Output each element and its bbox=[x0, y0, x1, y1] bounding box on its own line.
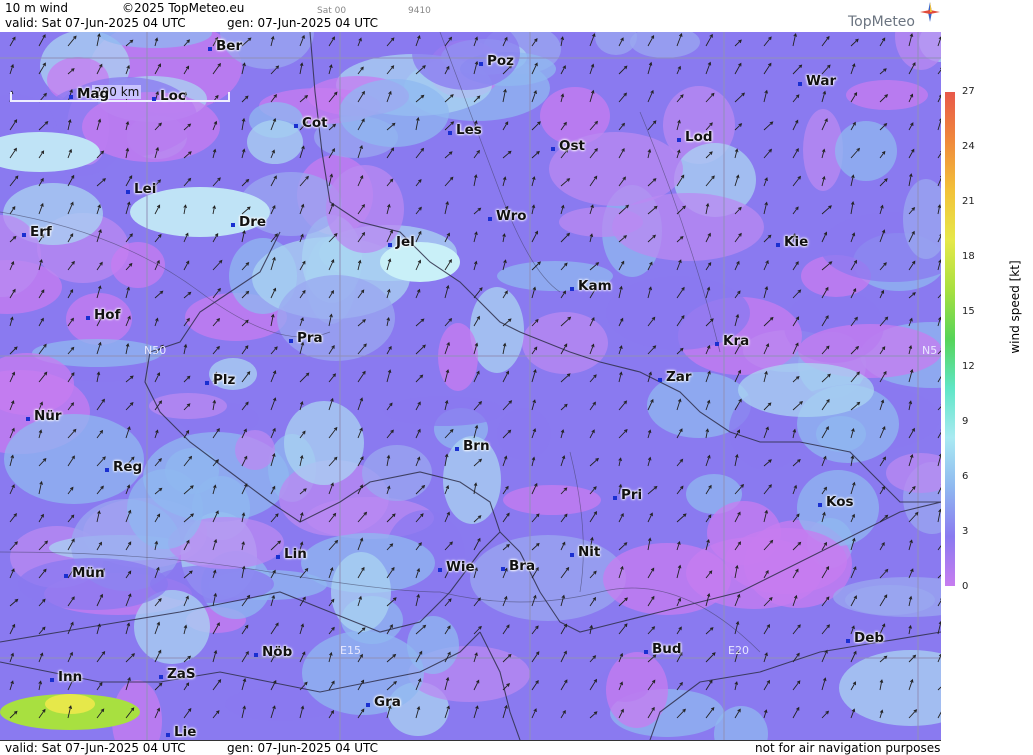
legend-tick-label: 24 bbox=[962, 141, 975, 152]
city-label: Ber bbox=[208, 38, 242, 54]
city-label: Zar bbox=[658, 369, 692, 385]
city-label: Les bbox=[448, 122, 482, 138]
legend-tick-label: 18 bbox=[962, 251, 975, 262]
city-label: Ost bbox=[551, 138, 585, 154]
city-label: Pra bbox=[289, 330, 323, 346]
city-label: Brn bbox=[455, 438, 490, 454]
product-title: 10 m wind bbox=[5, 1, 68, 15]
city-label: Bra bbox=[501, 558, 535, 574]
faint-text-b: 9410 bbox=[408, 6, 431, 16]
city-label: Kam bbox=[570, 278, 612, 294]
legend-tick-label: 6 bbox=[962, 471, 969, 482]
city-label: Nöb bbox=[254, 644, 292, 660]
legend-title: wind speed [kt] bbox=[1008, 260, 1022, 354]
city-label: Jel bbox=[388, 234, 415, 250]
grid-label-e15: E15 bbox=[340, 644, 361, 657]
grid-label-e20: E20 bbox=[728, 644, 749, 657]
city-label: ZaS bbox=[159, 666, 196, 682]
city-label: Loc bbox=[152, 88, 186, 104]
city-label: Lin bbox=[276, 546, 307, 562]
footer-valid-time: valid: Sat 07-Jun-2025 04 UTC bbox=[5, 741, 186, 755]
legend-tick-label: 15 bbox=[962, 306, 975, 317]
city-label: Kie bbox=[776, 234, 808, 250]
city-label: Wie bbox=[438, 559, 475, 575]
city-label: Bud bbox=[644, 641, 682, 657]
city-label: Plz bbox=[205, 372, 235, 388]
grid-label-n50-right: N5 bbox=[922, 344, 938, 357]
legend-tick-label: 9 bbox=[962, 416, 969, 427]
city-label: Pri bbox=[613, 487, 642, 503]
city-label: Cot bbox=[294, 115, 328, 131]
city-label: Gra bbox=[366, 694, 401, 710]
city-label: Lie bbox=[166, 724, 196, 740]
city-label: Nür bbox=[26, 408, 62, 424]
city-label: Reg bbox=[105, 459, 142, 475]
generated-time: gen: 07-Jun-2025 04 UTC bbox=[227, 16, 379, 30]
city-label: Erf bbox=[22, 224, 52, 240]
city-label: Dre bbox=[231, 214, 266, 230]
city-label: Mün bbox=[64, 565, 105, 581]
legend-tick-label: 3 bbox=[962, 526, 969, 537]
city-label: Kra bbox=[715, 333, 749, 349]
legend-tick-label: 21 bbox=[962, 196, 975, 207]
copyright-text: ©2025 TopMeteo.eu bbox=[122, 1, 245, 15]
disclaimer-text: not for air navigation purposes bbox=[755, 741, 941, 755]
logo-text: TopMeteo bbox=[848, 14, 915, 30]
city-label: Wro bbox=[488, 208, 527, 224]
compass-logo-icon bbox=[918, 0, 942, 28]
legend-tick-label: 27 bbox=[962, 86, 975, 97]
city-label: Hof bbox=[86, 307, 120, 323]
city-label: Deb bbox=[846, 630, 884, 646]
wind-map[interactable]: 200 km N50 N5 E15 E20 Ber Poz War Mag Lo… bbox=[0, 32, 941, 740]
footer-bar: valid: Sat 07-Jun-2025 04 UTC gen: 07-Ju… bbox=[0, 740, 941, 755]
legend-tick-label: 12 bbox=[962, 361, 975, 372]
city-label: War bbox=[798, 73, 836, 89]
legend-tick-label: 0 bbox=[962, 581, 969, 592]
city-label: Poz bbox=[479, 53, 514, 69]
city-label: Nit bbox=[570, 544, 600, 560]
city-label: Lei bbox=[126, 181, 156, 197]
city-label: Lod bbox=[677, 129, 713, 145]
color-scale-bar bbox=[945, 92, 955, 586]
city-label: Inn bbox=[50, 669, 82, 685]
wind-field bbox=[0, 32, 941, 740]
footer-generated-time: gen: 07-Jun-2025 04 UTC bbox=[227, 741, 379, 755]
city-label: Kos bbox=[818, 494, 854, 510]
city-label: Mag bbox=[69, 86, 109, 102]
valid-time: valid: Sat 07-Jun-2025 04 UTC bbox=[5, 16, 186, 30]
grid-label-n50: N50 bbox=[144, 344, 167, 357]
